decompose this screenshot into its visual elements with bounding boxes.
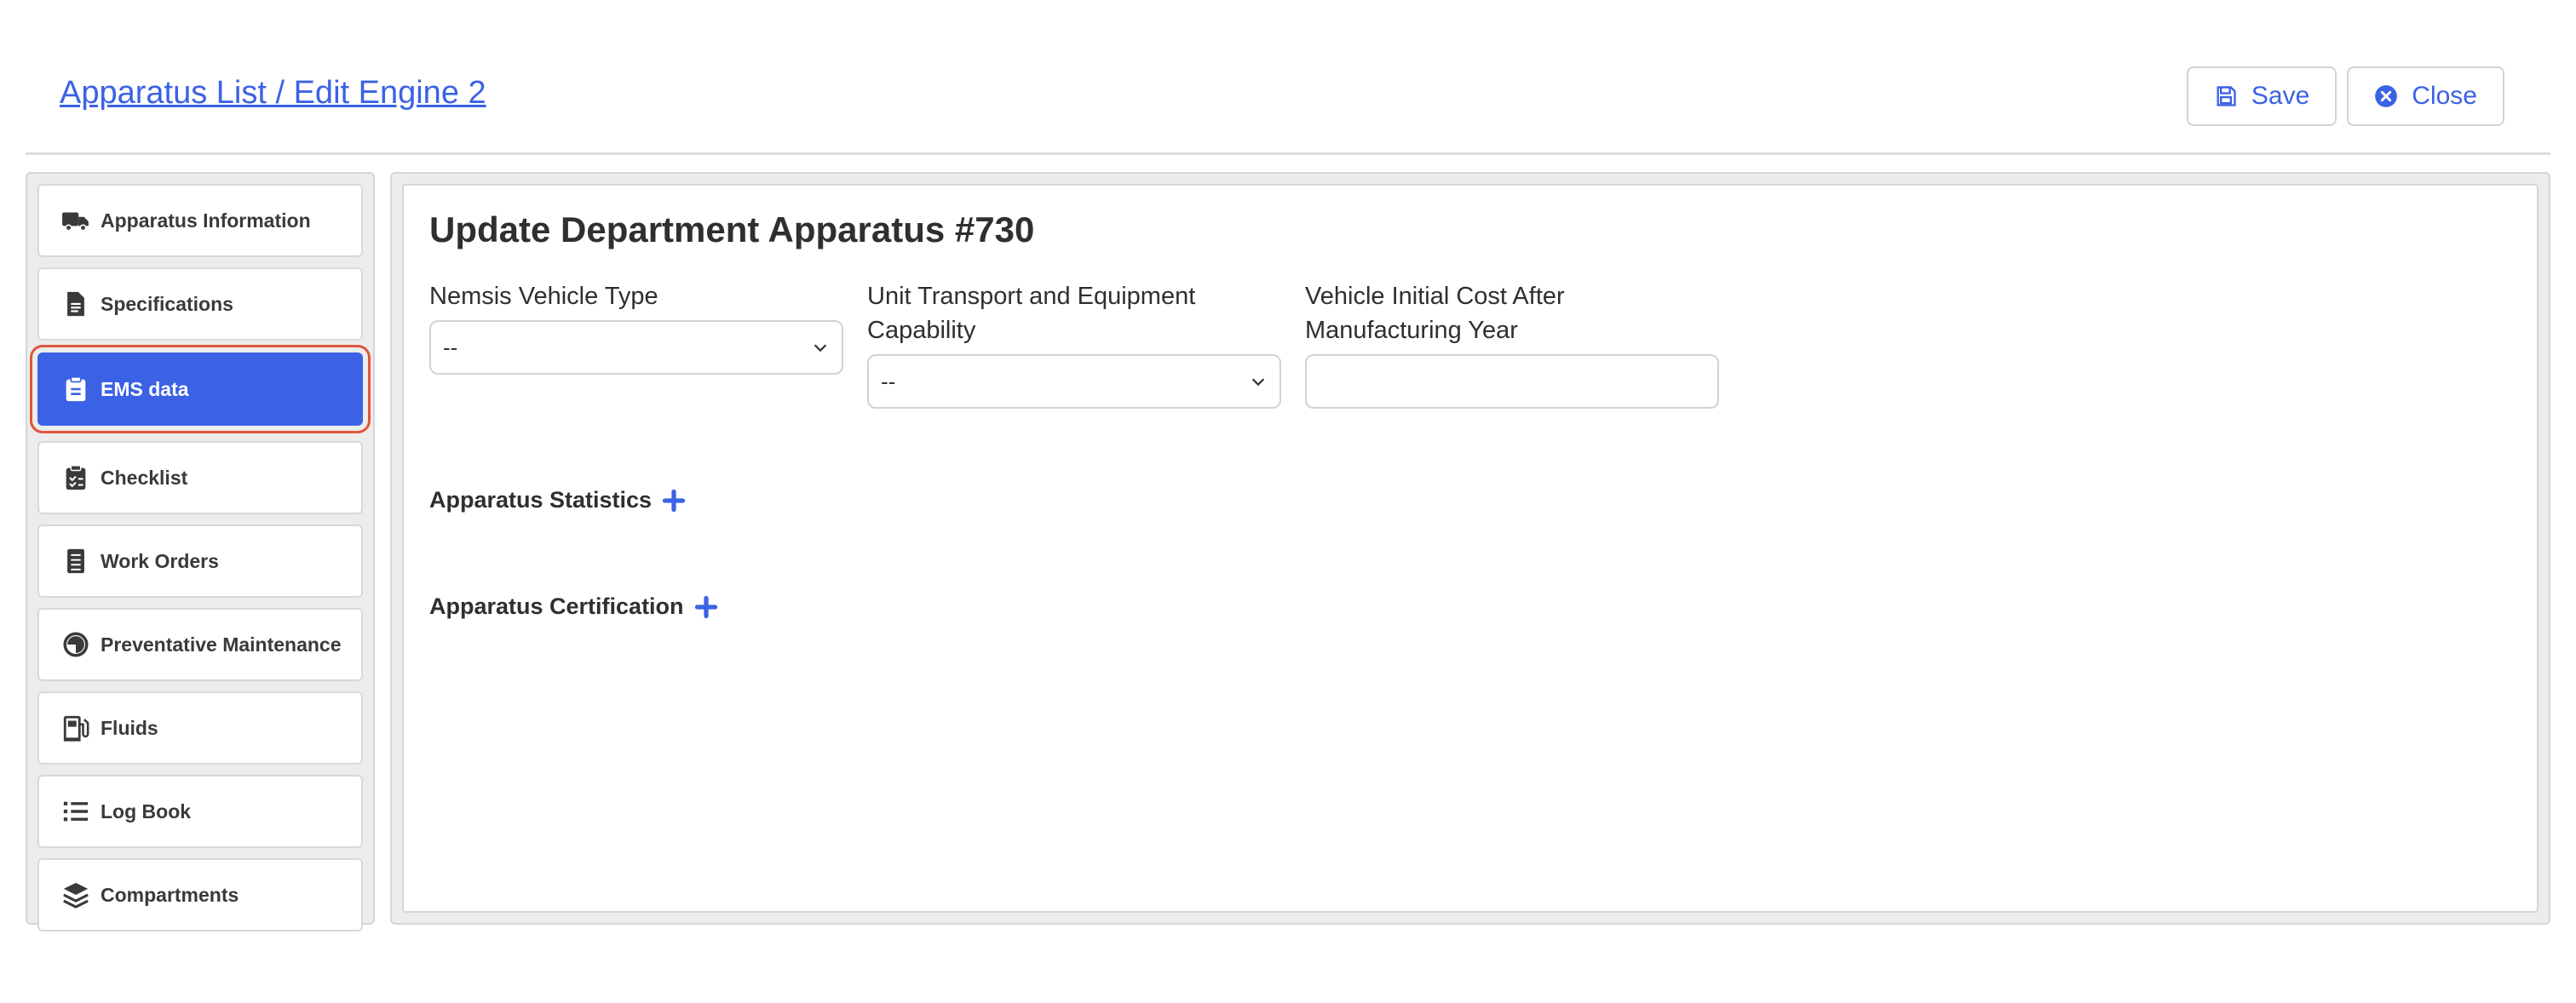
save-icon [2217,86,2236,106]
sidebar-item-compartments[interactable]: Compartments [37,858,363,931]
initial-cost-field: Vehicle Initial Cost After Manufacturing… [1305,279,1719,409]
gas-pump-icon [63,715,89,742]
unit-transport-label: Unit Transport and Equipment Capability [867,283,1196,344]
initial-cost-input[interactable] [1305,354,1719,409]
layers-icon [63,882,89,908]
save-button[interactable]: Save [2186,66,2337,126]
sidebar-item-fluids[interactable]: Fluids [37,691,363,765]
sidebar-item-apparatus-information[interactable]: Apparatus Information [37,184,363,257]
nemsis-vehicle-type-label: Nemsis Vehicle Type [429,283,658,310]
sidebar-item-label: Specifications [101,292,233,315]
sidebar-item-label: EMS data [101,377,189,400]
sidebar-nav: Apparatus Information Specifications EMS… [26,172,375,931]
chevron-down-icon [1251,378,1265,387]
sidebar-item-label: Log Book [101,800,192,822]
breadcrumb[interactable]: Apparatus List / Edit Engine 2 [60,75,486,112]
main-panel: Update Department Apparatus #730 Nemsis … [402,184,2539,913]
list-icon [63,801,89,822]
close-button[interactable]: Close [2347,66,2504,126]
unit-transport-field: Unit Transport and Equipment Capability … [867,279,1281,409]
close-circle-icon [2375,85,2398,107]
half-circle-icon [63,632,89,657]
save-button-label: Save [2251,82,2310,110]
sidebar-item-label: Fluids [101,716,158,739]
main-panel-frame: Update Department Apparatus #730 Nemsis … [390,172,2550,925]
initial-cost-label: Vehicle Initial Cost After Manufacturing… [1305,283,1565,344]
sidebar-item-preventative-maintenance[interactable]: Preventative Maintenance [37,608,363,681]
apparatus-certification-heading: Apparatus Certification [429,593,684,619]
sidebar-item-label: Compartments [101,883,239,906]
nemsis-vehicle-type-field: Nemsis Vehicle Type -- [429,279,843,375]
chevron-down-icon [814,344,827,352]
sidebar-item-checklist[interactable]: Checklist [37,441,363,514]
list-alt-icon [67,548,84,574]
sidebar-item-label: Preventative Maintenance [101,633,342,656]
page-header: Apparatus List / Edit Engine 2 Save Clos… [26,63,2550,155]
plus-icon[interactable] [662,489,686,513]
truck-icon [62,212,89,232]
select-value: -- [443,334,458,360]
sidebar-item-label: Apparatus Information [101,209,311,232]
sidebar-item-work-orders[interactable]: Work Orders [37,524,363,598]
apparatus-statistics-heading: Apparatus Statistics [429,487,653,513]
page-title: Update Department Apparatus #730 [429,209,1035,249]
sidebar-item-log-book[interactable]: Log Book [37,775,363,848]
unit-transport-select[interactable]: -- [867,354,1281,409]
sidebar-item-ems-data[interactable]: EMS data [30,345,371,433]
close-button-label: Close [2412,82,2477,110]
sidebar-item-specifications[interactable]: Specifications [37,267,363,341]
apparatus-certification-section: Apparatus Certification [429,593,718,620]
file-text-icon [67,291,84,317]
clipboard-check-icon [66,465,86,490]
sidebar-item-label: Work Orders [101,549,219,572]
clipboard-icon [66,375,86,402]
nemsis-vehicle-type-select[interactable]: -- [429,320,843,375]
plus-icon[interactable] [694,595,718,619]
sidebar-item-label: Checklist [101,466,188,489]
apparatus-statistics-section: Apparatus Statistics [429,487,686,513]
select-value: -- [881,368,896,394]
header-actions: Save Close [2186,66,2504,126]
